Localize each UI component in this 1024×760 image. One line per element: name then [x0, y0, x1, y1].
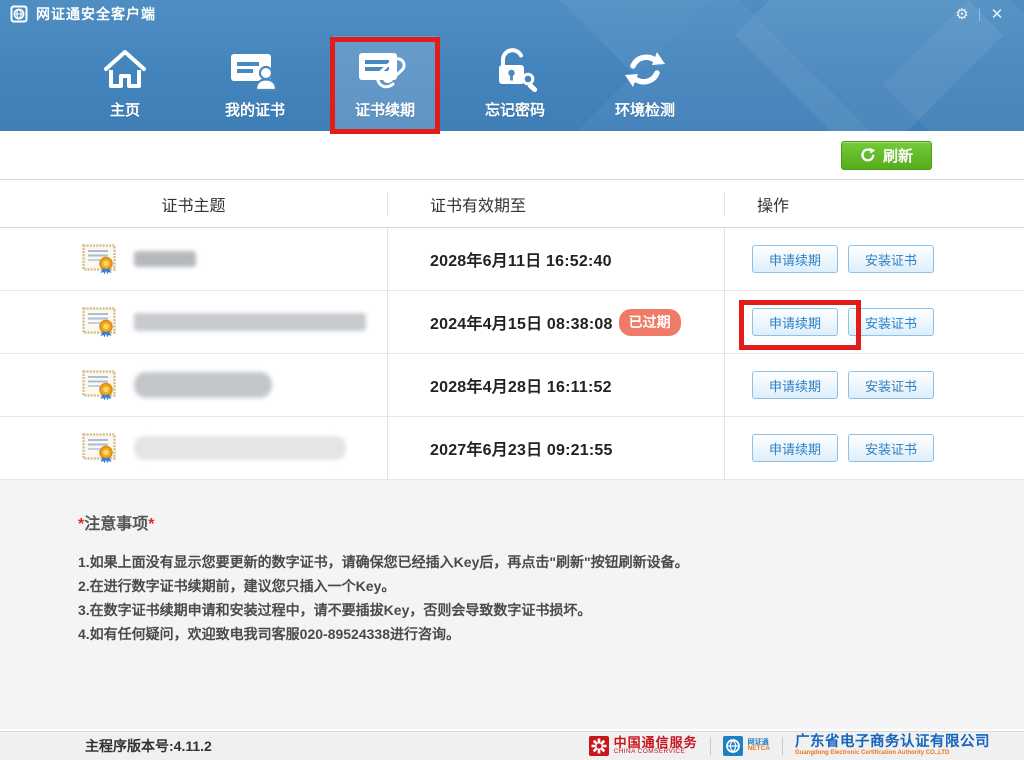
notes-section: *注意事项* 1.如果上面没有显示您要更新的数字证书，请确保您已经插入Key后，…: [0, 480, 1024, 729]
tab-certificate-renewal-label: 证书续期: [354, 102, 415, 119]
tab-environment-check[interactable]: 环境检测: [580, 28, 710, 131]
install-certificate-button[interactable]: 安装证书: [848, 434, 935, 462]
close-icon[interactable]: ✕: [980, 2, 1014, 26]
renew-button[interactable]: 申请续期: [752, 371, 839, 399]
renew-button[interactable]: 申请续期: [752, 245, 839, 273]
column-header-action: 操作: [757, 197, 790, 215]
note-item: 2.在进行数字证书续期前，建议您只插入一个Key。: [78, 578, 396, 594]
redacted-subject: [134, 313, 366, 331]
install-certificate-button[interactable]: 安装证书: [848, 245, 935, 273]
window-controls: ⚙ ✕: [945, 0, 1014, 28]
tab-my-certificates[interactable]: 我的证书: [190, 28, 320, 131]
tab-certificate-renewal[interactable]: 证书续期: [320, 28, 450, 131]
tab-home-label: 主页: [109, 102, 140, 119]
table-row: 2028年4月28日 16:11:52 申请续期 安装证书: [0, 354, 1024, 417]
forgot-password-icon: [490, 43, 540, 95]
version-label: 主程序版本号:4.11.2: [85, 738, 212, 754]
expiry-date: 2027年6月23日 09:21:55: [430, 442, 613, 459]
notes-title: *注意事项*: [78, 510, 1024, 534]
china-comservice-icon: [588, 735, 609, 756]
environment-check-icon: [622, 43, 668, 95]
table-row: 2028年6月11日 16:52:40 申请续期 安装证书: [0, 228, 1024, 291]
expiry-date: 2024年4月15日 08:38:08: [430, 316, 613, 333]
china-comservice-cn: 中国通信服务: [613, 734, 698, 750]
table-header: 证书主题 证书有效期至 操作: [0, 179, 1024, 228]
home-icon: [102, 43, 148, 95]
header: 网证通安全客户端 ⚙ ✕ 主页 我的证书 证书续期 忘记密码 环境检测: [0, 0, 1024, 131]
app-logo-icon: [10, 5, 28, 23]
expired-badge: 已过期: [618, 308, 681, 336]
renew-button[interactable]: 申请续期: [752, 434, 839, 462]
tab-forgot-password-label: 忘记密码: [484, 102, 545, 119]
footer: 主程序版本号:4.11.2 中国通信服务 CHINA COMSERVICE 网证…: [0, 731, 1024, 760]
netca-logo: 网证通 NETCA: [722, 735, 770, 756]
certificate-icon: [82, 370, 116, 400]
tab-forgot-password[interactable]: 忘记密码: [450, 28, 580, 131]
toolbar: 刷新: [0, 131, 1024, 179]
window-title: 网证通安全客户端: [36, 6, 156, 22]
notes-star: *: [148, 516, 155, 533]
china-comservice-en: CHINA COMSERVICE: [613, 748, 686, 756]
logo-divider: [709, 736, 711, 755]
app-window: 网证通安全客户端 ⚙ ✕ 主页 我的证书 证书续期 忘记密码 环境检测 刷新 证…: [0, 0, 1024, 760]
note-item: 4.如有任何疑问，欢迎致电我司客服020-89524338进行咨询。: [78, 626, 460, 642]
note-item: 1.如果上面没有显示您要更新的数字证书，请确保您已经插入Key后，再点击"刷新"…: [78, 554, 689, 570]
gdca-cn: 广东省电子商务认证有限公司: [795, 734, 990, 751]
tab-my-certificates-label: 我的证书: [224, 102, 285, 119]
column-header-expiry: 证书有效期至: [388, 191, 725, 216]
tab-environment-check-label: 环境检测: [614, 102, 675, 119]
redacted-subject: [134, 372, 272, 398]
column-header-subject: 证书主题: [0, 191, 388, 216]
footer-logos: 中国通信服务 CHINA COMSERVICE 网证通 NETCA 广东省电子商…: [588, 734, 990, 757]
certificate-renewal-icon: [357, 43, 413, 95]
note-item: 3.在数字证书续期申请和安装过程中，请不要插拔Key，否则会导致数字证书损坏。: [78, 602, 592, 618]
refresh-icon: [861, 147, 876, 162]
table-row: 2024年4月15日 08:38:08 已过期 申请续期 安装证书: [0, 291, 1024, 354]
renew-button[interactable]: 申请续期: [752, 308, 839, 336]
settings-gear-icon[interactable]: ⚙: [945, 2, 979, 26]
title-bar: 网证通安全客户端 ⚙ ✕: [0, 0, 1024, 28]
install-certificate-button[interactable]: 安装证书: [848, 308, 935, 336]
certificate-icon: [82, 244, 116, 274]
gdca-logo: 广东省电子商务认证有限公司 Guangdong Electronic Certi…: [795, 735, 990, 757]
refresh-button[interactable]: 刷新: [840, 140, 932, 170]
netca-en: NETCA: [747, 745, 770, 753]
certificate-card-icon: [229, 43, 281, 95]
netca-icon: [722, 735, 743, 756]
gdca-en: Guangdong Electronic Certification Autho…: [795, 750, 950, 757]
install-certificate-button[interactable]: 安装证书: [848, 371, 935, 399]
refresh-button-label: 刷新: [882, 147, 913, 165]
redacted-subject: [134, 251, 196, 267]
china-comservice-logo: 中国通信服务 CHINA COMSERVICE: [588, 734, 698, 756]
expiry-date: 2028年6月11日 16:52:40: [430, 253, 612, 270]
certificate-icon: [82, 307, 116, 337]
tab-home[interactable]: 主页: [60, 28, 190, 131]
expiry-date: 2028年4月28日 16:11:52: [430, 379, 612, 396]
certificate-table: 证书主题 证书有效期至 操作 2028年6月11日 16:52:40 申请续期 …: [0, 179, 1024, 480]
logo-divider: [782, 736, 783, 755]
certificate-icon: [82, 433, 116, 463]
notes-title-text: 注意事项: [84, 516, 149, 533]
table-row: 2027年6月23日 09:21:55 申请续期 安装证书: [0, 417, 1024, 480]
nav-tabs: 主页 我的证书 证书续期 忘记密码 环境检测: [0, 28, 1024, 131]
redacted-subject: [134, 436, 346, 460]
